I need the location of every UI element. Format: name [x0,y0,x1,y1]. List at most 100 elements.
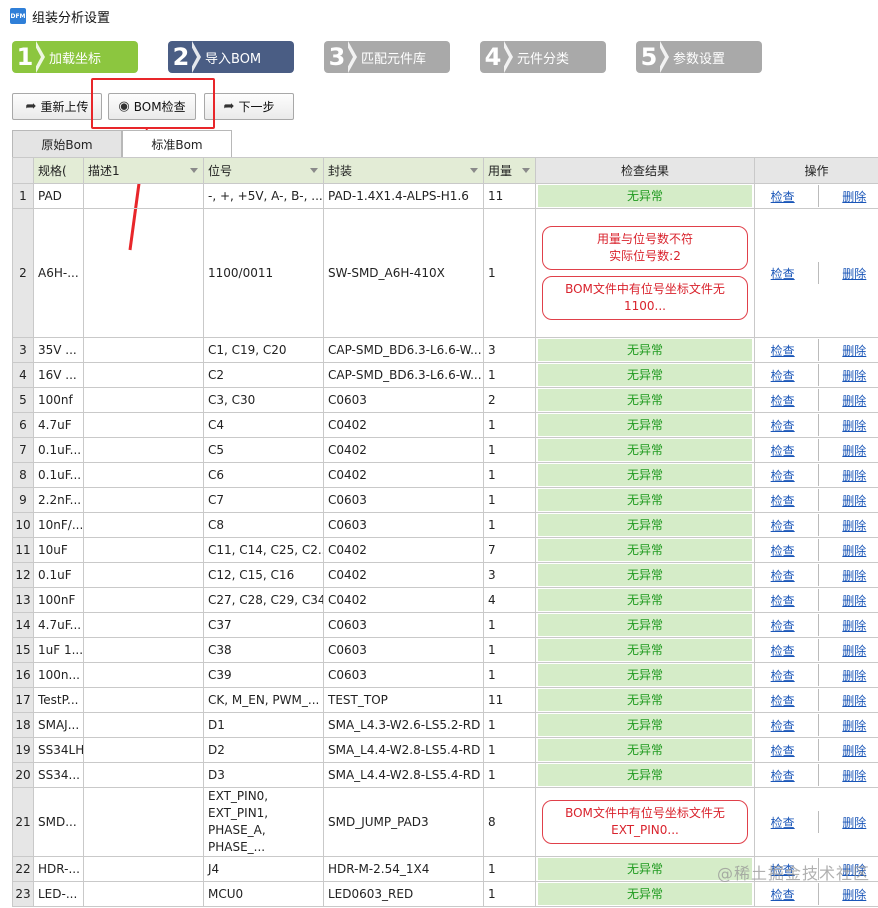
table-row[interactable]: 7 0.1uF... C5 C0402 1 无异常 检查 删除 [12,437,878,463]
table-row[interactable]: 14 4.7uF... C37 C0603 1 无异常 检查 删除 [12,612,878,638]
cell-spec: 100nF [33,587,84,613]
delete-link[interactable]: 删除 [842,542,866,559]
check-link[interactable]: 检查 [771,592,795,609]
table-row[interactable]: 10 10nF/... C8 C0603 1 无异常 检查 删除 [12,512,878,538]
check-link[interactable]: 检查 [771,492,795,509]
step-match-library[interactable]: 3 匹配元件库 [324,41,450,73]
column-header-desc[interactable]: 描述1 [83,157,204,184]
check-link[interactable]: 检查 [771,567,795,584]
table-row[interactable]: 9 2.2nF... C7 C0603 1 无异常 检查 删除 [12,487,878,513]
cell-package: C0402 [323,562,484,588]
table-row[interactable]: 21 SMD... EXT_PIN0, EXT_PIN1, PHASE_A, PHA… [12,787,878,857]
delete-link[interactable]: 删除 [842,342,866,359]
check-link[interactable]: 检查 [771,542,795,559]
check-link[interactable]: 检查 [771,814,795,831]
tab-original-bom[interactable]: 原始Bom [12,130,122,157]
delete-link[interactable]: 删除 [842,492,866,509]
table-row[interactable]: 8 0.1uF... C6 C0402 1 无异常 检查 删除 [12,462,878,488]
reupload-button[interactable]: ➦ 重新上传 [12,93,102,120]
check-link[interactable]: 检查 [771,642,795,659]
cell-desc [83,587,204,613]
delete-link[interactable]: 删除 [842,642,866,659]
delete-link[interactable]: 删除 [842,886,866,903]
filter-dropdown-icon[interactable] [190,168,198,173]
check-link[interactable]: 检查 [771,342,795,359]
status-ok-badge: 无异常 [538,339,752,361]
step-load-coordinates[interactable]: 1 加载坐标 [12,41,138,73]
table-row[interactable]: 19 SS34LH D2 SMA_L4.4-W2.8-LS5.4-RD 1 无异常 检查 删除 [12,737,878,763]
cell-operations: 检查 删除 [754,637,878,663]
cell-desc [83,183,204,209]
cell-package: PAD-1.4X1.4-ALPS-H1.6 [323,183,484,209]
delete-link[interactable]: 删除 [842,265,866,282]
cell-spec: 0.1uF... [33,437,84,463]
table-row[interactable]: 11 10uF C11, C14, C25, C2... C0402 7 无异常 检查 删除 [12,537,878,563]
delete-link[interactable]: 删除 [842,767,866,784]
next-step-button[interactable]: ➦ 下一步 [204,93,294,120]
step-import-bom[interactable]: 2 导入BOM [168,41,294,73]
check-link[interactable]: 检查 [771,717,795,734]
delete-link[interactable]: 删除 [842,567,866,584]
check-link[interactable]: 检查 [771,265,795,282]
table-row[interactable]: 6 4.7uF C4 C0402 1 无异常 检查 删除 [12,412,878,438]
step-parameter-settings[interactable]: 5 参数设置 [636,41,762,73]
check-link[interactable]: 检查 [771,692,795,709]
table-row[interactable]: 3 35V ... C1, C19, C20 CAP-SMD_BD6.3-L6.6-W… [12,337,878,363]
error-message: BOM文件中有位号坐标文件无 1100... [542,276,748,320]
step-classify-components[interactable]: 4 元件分类 [480,41,606,73]
delete-link[interactable]: 删除 [842,667,866,684]
delete-link[interactable]: 删除 [842,188,866,205]
column-header-qty[interactable]: 用量 [483,157,536,184]
table-row[interactable]: 2 A6H-... 1100/0011 SW-SMD_A6H-410X 1 用量与位号数不… [12,208,878,338]
check-link[interactable]: 检查 [771,442,795,459]
cell-package: C0402 [323,462,484,488]
filter-dropdown-icon[interactable] [470,168,478,173]
delete-link[interactable]: 删除 [842,692,866,709]
table-row[interactable]: 23 LED-... MCU0 LED0603_RED 1 无异常 检查 删除 [12,881,878,907]
cell-ref: C37 [203,612,324,638]
check-link[interactable]: 检查 [771,467,795,484]
tab-standard-bom[interactable]: 标准Bom [122,130,232,158]
table-row[interactable]: 4 16V ... C2 CAP-SMD_BD6.3-L6.6-W... 1 无异常 检查 删… [12,362,878,388]
check-link[interactable]: 检查 [771,517,795,534]
check-link[interactable]: 检查 [771,392,795,409]
cell-check-result: 无异常 [535,437,755,463]
row-number: 20 [12,762,34,788]
delete-link[interactable]: 删除 [842,717,866,734]
table-row[interactable]: 20 SS34... D3 SMA_L4.4-W2.8-LS5.4-RD 1 无异常 检查 删… [12,762,878,788]
check-link[interactable]: 检查 [771,767,795,784]
check-link[interactable]: 检查 [771,188,795,205]
filter-dropdown-icon[interactable] [522,168,530,173]
check-link[interactable]: 检查 [771,886,795,903]
delete-link[interactable]: 删除 [842,417,866,434]
delete-link[interactable]: 删除 [842,467,866,484]
cell-operations: 检查 删除 [754,437,878,463]
filter-dropdown-icon[interactable] [310,168,318,173]
delete-link[interactable]: 删除 [842,742,866,759]
delete-link[interactable]: 删除 [842,367,866,384]
table-row[interactable]: 12 0.1uF C12, C15, C16 C0402 3 无异常 检查 删除 [12,562,878,588]
delete-link[interactable]: 删除 [842,617,866,634]
column-header-spec[interactable]: 规格( [33,157,84,184]
check-link[interactable]: 检查 [771,417,795,434]
table-row[interactable]: 18 SMAJ... D1 SMA_L4.3-W2.6-LS5.2-RD 1 无异常 检查 删… [12,712,878,738]
table-row[interactable]: 17 TestP... CK, M_EN, PWM_... TEST_TOP 11 无异常… [12,687,878,713]
delete-link[interactable]: 删除 [842,442,866,459]
table-row[interactable]: 15 1uF 1... C38 C0603 1 无异常 检查 删除 [12,637,878,663]
table-row[interactable]: 16 100n... C39 C0603 1 无异常 检查 删除 [12,662,878,688]
delete-link[interactable]: 删除 [842,517,866,534]
column-header-ref[interactable]: 位号 [203,157,324,184]
table-row[interactable]: 5 100nf C3, C30 C0603 2 无异常 检查 删除 [12,387,878,413]
delete-link[interactable]: 删除 [842,392,866,409]
delete-link[interactable]: 删除 [842,814,866,831]
step-number: 2 [172,43,190,71]
column-header-package[interactable]: 封装 [323,157,484,184]
check-link[interactable]: 检查 [771,617,795,634]
check-link[interactable]: 检查 [771,742,795,759]
check-link[interactable]: 检查 [771,367,795,384]
delete-link[interactable]: 删除 [842,592,866,609]
table-row[interactable]: 1 PAD -, +, +5V, A-, B-, ... PAD-1.4X1.4-AL… [12,183,878,209]
check-link[interactable]: 检查 [771,667,795,684]
cell-ref: -, +, +5V, A-, B-, ... [203,183,324,209]
table-row[interactable]: 13 100nF C27, C28, C29, C34 C0402 4 无异常 检查 删除 [12,587,878,613]
